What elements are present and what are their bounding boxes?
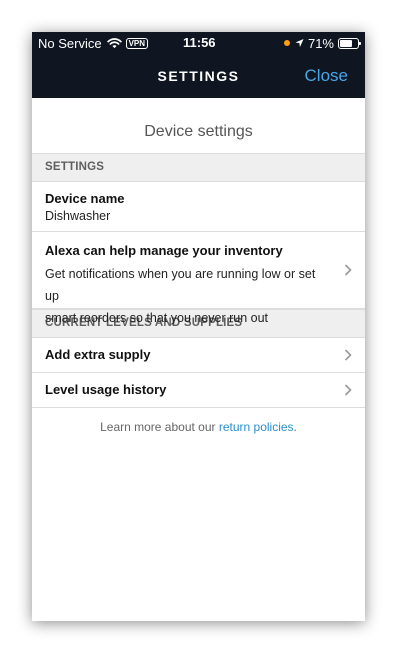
alexa-desc-line1: Get notifications when you are running l…	[45, 267, 316, 303]
add-extra-supply-label: Add extra supply	[45, 347, 151, 362]
chevron-right-icon	[344, 264, 352, 276]
battery-nub	[359, 41, 361, 45]
battery-icon	[338, 37, 361, 49]
battery-percent: 71%	[307, 35, 334, 51]
level-usage-history-label: Level usage history	[45, 382, 167, 397]
carrier-label: No Service	[38, 35, 102, 51]
alexa-inventory-row[interactable]: Alexa can help manage your inventory Get…	[32, 232, 365, 325]
alexa-inventory-title: Alexa can help manage your inventory	[45, 243, 283, 258]
settings-content: Device settings SETTINGS Device name Dis…	[32, 98, 365, 434]
status-time: 11:56	[183, 35, 216, 50]
section-header-settings: SETTINGS	[32, 153, 365, 182]
alexa-desc-line2: smart reorders so that you never run out	[45, 311, 269, 325]
alexa-inventory-description: Get notifications when you are running l…	[45, 263, 329, 329]
return-policy-note: Learn more about our return policies.	[32, 420, 365, 434]
chevron-right-icon	[344, 349, 352, 361]
return-policies-link[interactable]: return policies	[219, 420, 294, 434]
device-name-value: Dishwasher	[45, 209, 111, 223]
top-bar: No Service VPN 11:56 71% SETTINGS Close	[32, 32, 365, 98]
privacy-dot-icon	[283, 40, 290, 46]
page-heading: Device settings	[144, 123, 253, 140]
close-button[interactable]: Close	[305, 66, 348, 86]
return-policy-period: .	[293, 420, 297, 434]
chevron-right-icon	[344, 384, 352, 396]
device-name-row[interactable]: Device name Dishwasher	[32, 182, 365, 232]
status-left: No Service VPN	[38, 35, 149, 51]
status-right: 71%	[283, 35, 361, 51]
wifi-icon	[106, 38, 122, 49]
device-name-title: Device name	[45, 191, 125, 206]
battery-fill	[340, 39, 352, 47]
level-usage-history-row[interactable]: Level usage history	[32, 373, 365, 408]
vpn-badge: VPN	[125, 37, 149, 49]
add-extra-supply-row[interactable]: Add extra supply	[32, 338, 365, 373]
location-icon	[295, 38, 304, 48]
phone-screen: No Service VPN 11:56 71% SETTINGS Close …	[32, 32, 365, 621]
return-policy-text: Learn more about our	[100, 420, 219, 434]
